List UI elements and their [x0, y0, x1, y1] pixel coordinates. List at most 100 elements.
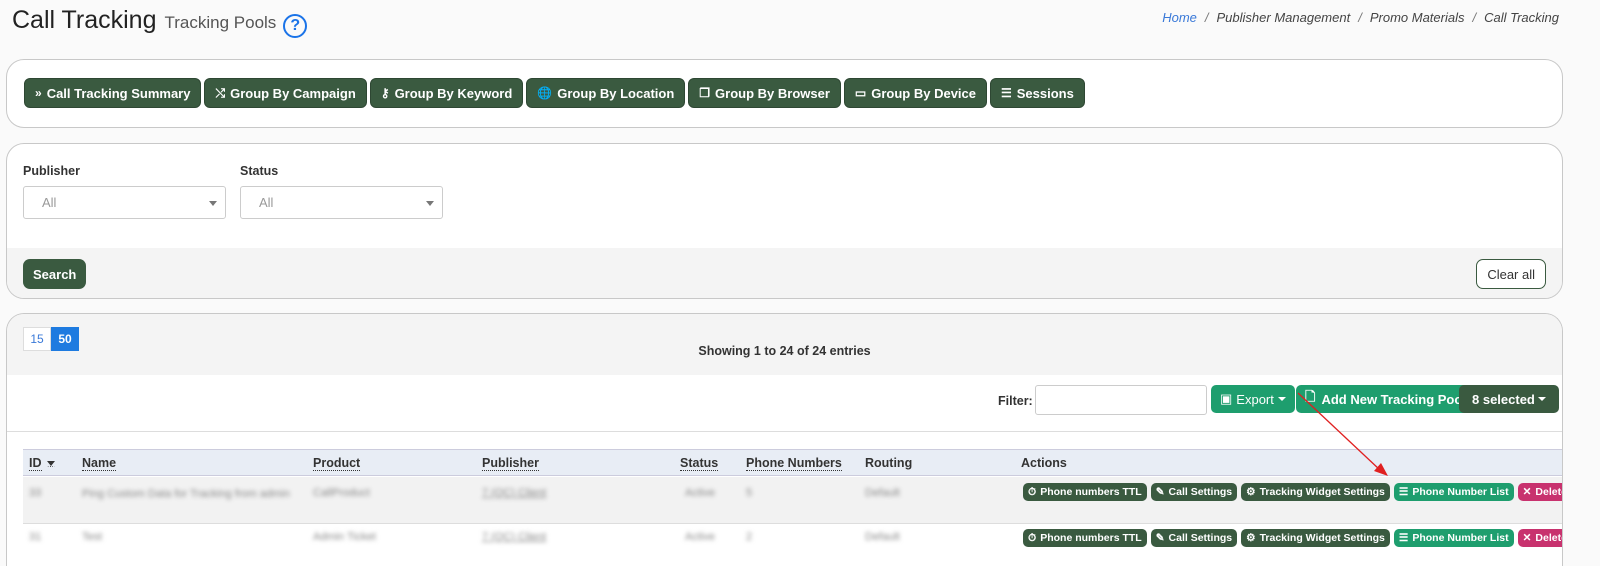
export-label: Export	[1236, 391, 1274, 407]
cell-publisher[interactable]: 7 (QC) Client	[482, 531, 546, 543]
column-header-id[interactable]: ID	[29, 456, 55, 471]
pencil-icon: ✎	[1155, 486, 1165, 498]
action-label: Delete	[1535, 486, 1562, 498]
action-label: Phone Number List	[1412, 532, 1509, 544]
action-label: Tracking Widget Settings	[1259, 486, 1385, 498]
column-header-actions: Actions	[1021, 456, 1067, 470]
breadcrumb-item: Publisher Management	[1216, 10, 1351, 25]
column-header-product[interactable]: Product	[313, 456, 361, 471]
status-select[interactable]: All	[240, 186, 443, 219]
call-settings-button[interactable]: ✎ Call Settings	[1150, 529, 1238, 547]
page-header: Call Tracking Tracking Pools ?	[12, 6, 308, 38]
breadcrumb-home-link[interactable]: Home	[1162, 10, 1197, 25]
breadcrumb-separator: /	[1204, 10, 1209, 25]
list-icon: ☰	[1398, 486, 1409, 498]
cell-routing: Default	[865, 487, 900, 499]
cell-product: Admin Ticket	[313, 531, 376, 543]
cell-name[interactable]: Ping Custom Data for Tracking from admin	[82, 487, 292, 502]
delete-button[interactable]: ✕Delete	[1517, 483, 1562, 501]
close-icon: ✕	[1522, 532, 1532, 544]
page-subtitle: Tracking Pools	[164, 13, 277, 32]
breadcrumb-separator: /	[1472, 10, 1477, 25]
chevron-down-icon	[209, 201, 217, 206]
double-chevron-right-icon: »	[35, 86, 42, 100]
filter-input[interactable]	[1035, 385, 1207, 415]
column-header-phone-numbers[interactable]: Phone Numbers	[746, 456, 842, 471]
table-row: 33 Ping Custom Data for Tracking from ad…	[23, 477, 1562, 523]
divider	[7, 431, 1562, 432]
group-button-2[interactable]: ⚷ Group By Keyword	[369, 78, 524, 108]
group-button-label: Sessions	[1016, 85, 1074, 101]
breadcrumb-item: Call Tracking	[1484, 10, 1559, 25]
cogs-icon: ⚙	[1246, 486, 1256, 498]
columns-selected-dropdown[interactable]: 8 selected	[1459, 385, 1559, 413]
tracking-widget-settings-button[interactable]: ⚙ Tracking Widget Settings	[1241, 483, 1390, 501]
phone-number-list-button[interactable]: ☰ Phone Number List	[1393, 483, 1514, 501]
shuffle-icon: ⤭	[215, 85, 226, 100]
group-button-label: Group By Browser	[715, 85, 830, 101]
sort-desc-icon	[46, 460, 55, 467]
status-select-value: All	[259, 195, 274, 210]
cell-publisher[interactable]: 7 (QC) Client	[482, 487, 546, 499]
add-new-tracking-pool-button[interactable]: 🗋 Add New Tracking Pool	[1296, 385, 1475, 413]
help-icon[interactable]: ?	[283, 14, 308, 38]
phone-numbers-ttl-button[interactable]: ⏱ Phone numbers TTL	[1023, 529, 1147, 547]
page-title: Call Tracking	[12, 6, 157, 34]
row-actions: ⏱ Phone numbers TTL ✎ Call Settings ⚙ Trackin…	[1023, 529, 1562, 547]
close-icon: ✕	[1522, 486, 1532, 498]
column-header-name[interactable]: Name	[82, 456, 117, 471]
table-info-band: 15 50 Showing 1 to 24 of 24 entries	[7, 314, 1562, 375]
cell-product: CallProduct	[313, 487, 370, 499]
group-button-0[interactable]: » Call Tracking Summary	[24, 78, 202, 108]
breadcrumb: Home / Publisher Management / Promo Mate…	[1162, 10, 1559, 25]
publisher-label: Publisher	[23, 164, 80, 178]
column-header-routing: Routing	[865, 456, 913, 470]
search-button[interactable]: Search	[23, 259, 87, 289]
group-button-label: Group By Device	[871, 85, 976, 101]
cell-status: Active	[685, 531, 715, 543]
group-button-label: Group By Location	[557, 85, 675, 101]
clear-all-button[interactable]: Clear all	[1476, 259, 1546, 289]
table-header: ID Name Product Publisher Status Phone N…	[23, 449, 1562, 476]
action-label: Phone Number List	[1412, 486, 1509, 498]
column-header-status[interactable]: Status	[680, 456, 719, 471]
breadcrumb-item: Promo Materials	[1369, 10, 1465, 25]
group-button-label: Call Tracking Summary	[46, 85, 191, 101]
cell-name[interactable]: Test	[82, 531, 102, 543]
row-actions: ⏱ Phone numbers TTL ✎ Call Settings ⚙ Trackin…	[1023, 483, 1562, 501]
group-by-card: » Call Tracking Summary ⤭ Group By Campaign…	[6, 59, 1563, 128]
export-button[interactable]: ▣ Export	[1211, 385, 1295, 413]
tracking-widget-settings-button[interactable]: ⚙ Tracking Widget Settings	[1241, 529, 1390, 547]
group-button-3[interactable]: 🌐 Group By Location	[526, 78, 686, 108]
window-icon: ❐	[699, 86, 711, 100]
group-button-1[interactable]: ⤭ Group By Campaign	[204, 78, 367, 108]
pencil-icon: ✎	[1155, 532, 1165, 544]
entries-info: Showing 1 to 24 of 24 entries	[698, 344, 871, 358]
phone-number-list-button[interactable]: ☰ Phone Number List	[1393, 529, 1514, 547]
delete-button[interactable]: ✕Delete	[1517, 529, 1562, 547]
filter-label: Filter:	[998, 394, 1033, 408]
key-icon: ⚷	[380, 86, 390, 100]
list-icon: ☰	[1001, 86, 1012, 100]
group-button-4[interactable]: ❐ Group By Browser	[688, 78, 841, 108]
filters-card: Publisher All Status All Search Clear al…	[6, 143, 1563, 299]
table-row: 31 Test Admin Ticket 7 (QC) Client Activ…	[23, 523, 1562, 553]
file-icon: 🗋	[1305, 389, 1316, 404]
stopwatch-icon: ⏱	[1028, 531, 1037, 544]
action-label: Call Settings	[1168, 486, 1233, 498]
cell-id: 31	[29, 531, 42, 543]
publisher-select[interactable]: All	[23, 186, 226, 219]
action-label: Tracking Widget Settings	[1259, 532, 1385, 544]
cell-phone-numbers: 5	[746, 487, 753, 499]
chevron-down-icon	[426, 201, 434, 206]
filter-actions-bar: Search Clear all	[7, 248, 1562, 298]
group-button-5[interactable]: ▭ Group By Device	[843, 78, 987, 108]
action-label: Phone numbers TTL	[1040, 532, 1142, 544]
column-header-publisher[interactable]: Publisher	[482, 456, 539, 471]
tracking-pools-table-card: 15 50 Showing 1 to 24 of 24 entries Filt…	[6, 313, 1563, 566]
call-settings-button[interactable]: ✎ Call Settings	[1150, 483, 1238, 501]
stopwatch-icon: ⏱	[1028, 485, 1037, 498]
group-button-6[interactable]: ☰ Sessions	[990, 78, 1085, 108]
phone-numbers-ttl-button[interactable]: ⏱ Phone numbers TTL	[1023, 483, 1147, 501]
file-excel-icon: ▣	[1220, 391, 1233, 406]
